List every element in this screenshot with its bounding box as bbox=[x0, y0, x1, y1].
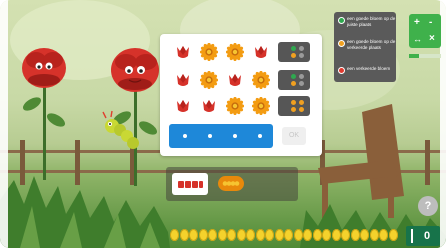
legend-label: een goede bloem op de juiste plaats bbox=[347, 16, 396, 27]
ok-button[interactable]: OK bbox=[282, 127, 306, 145]
rose-left bbox=[22, 48, 66, 180]
feedback-peg bbox=[291, 81, 296, 86]
feedback-pegs bbox=[278, 96, 310, 116]
answer-slot[interactable] bbox=[183, 134, 187, 138]
tulip-row-icon bbox=[178, 181, 203, 188]
legend-label: een verkeerde bloem bbox=[347, 66, 391, 71]
coin-icon bbox=[293, 229, 303, 241]
tulip-icon bbox=[174, 71, 192, 89]
tulip-icon bbox=[200, 97, 218, 115]
feedback-peg bbox=[291, 107, 296, 112]
zoom-in-button[interactable]: + bbox=[414, 17, 420, 29]
coin-icon bbox=[189, 229, 198, 241]
coin-icon bbox=[284, 229, 293, 241]
sunflower-icon bbox=[251, 96, 271, 116]
coin-icon bbox=[236, 229, 246, 241]
feedback-peg bbox=[291, 74, 296, 79]
coin-icon bbox=[341, 229, 350, 241]
green-dot-icon bbox=[338, 17, 345, 24]
coin-icon bbox=[303, 229, 312, 241]
answer-bar[interactable] bbox=[169, 124, 273, 148]
red-dot-icon bbox=[338, 67, 345, 74]
coin-icon bbox=[274, 229, 284, 241]
coin-icon bbox=[379, 229, 388, 241]
answer-slot[interactable] bbox=[258, 134, 262, 138]
feedback-peg bbox=[299, 81, 304, 86]
tulip-selector-button[interactable] bbox=[172, 173, 208, 195]
sunflower-icon bbox=[225, 42, 245, 62]
flower-tray bbox=[166, 167, 298, 201]
zoom-slider[interactable] bbox=[409, 54, 441, 58]
tulip-icon bbox=[174, 43, 192, 61]
feedback-peg bbox=[299, 100, 304, 105]
coin-icon bbox=[208, 229, 217, 241]
sunflower-icon bbox=[225, 96, 245, 116]
coin-icon bbox=[322, 229, 331, 241]
tulip-icon bbox=[174, 97, 192, 115]
sunflower-icon bbox=[199, 70, 219, 90]
help-button[interactable]: ? bbox=[418, 196, 438, 216]
coin-icon bbox=[388, 229, 398, 241]
left-edge-fade bbox=[0, 0, 8, 248]
coin-icon bbox=[179, 229, 189, 241]
coin-icon bbox=[369, 229, 379, 241]
sunflower-selector-button[interactable] bbox=[218, 176, 244, 191]
legend: een goede bloem op de juiste plaats een … bbox=[334, 12, 396, 82]
feedback-peg bbox=[299, 107, 304, 112]
zoom-slider-fill bbox=[409, 54, 419, 58]
tulip-icon bbox=[252, 43, 270, 61]
guess-panel: OK bbox=[160, 34, 322, 156]
coin-icon bbox=[360, 229, 369, 241]
score-value: 0 bbox=[423, 230, 431, 242]
sunflower-icon bbox=[199, 42, 219, 62]
game-stage: OK een goede bloem op de juiste plaats e… bbox=[0, 0, 446, 248]
coin-icon bbox=[255, 229, 265, 241]
sunflower-row-icon bbox=[222, 181, 240, 186]
feedback-peg bbox=[291, 46, 296, 51]
close-button[interactable]: × bbox=[429, 33, 435, 45]
rose-right bbox=[111, 48, 159, 186]
zoom-control: + - ↔ × bbox=[409, 14, 441, 48]
feedback-pegs bbox=[278, 42, 310, 62]
score-box: 0 bbox=[406, 226, 440, 246]
coin-icon bbox=[217, 229, 227, 241]
coin-icon bbox=[170, 229, 179, 241]
coin-icon bbox=[246, 229, 255, 241]
sunflower-icon bbox=[251, 70, 271, 90]
tulip-icon bbox=[226, 71, 244, 89]
fit-screen-button[interactable]: ↔ bbox=[413, 33, 422, 45]
coin-icon bbox=[265, 229, 274, 241]
score-divider bbox=[411, 229, 413, 243]
coin-icon bbox=[227, 229, 236, 241]
coin-icon bbox=[312, 229, 322, 241]
garden-chair bbox=[318, 104, 404, 218]
coin-icon bbox=[198, 229, 208, 241]
coin-icon bbox=[331, 229, 341, 241]
legend-label: een goede bloem op de verkeerde plaats bbox=[347, 39, 396, 50]
answer-slot[interactable] bbox=[233, 134, 237, 138]
feedback-peg bbox=[299, 46, 304, 51]
feedback-peg bbox=[291, 53, 296, 58]
zoom-out-button[interactable]: - bbox=[429, 17, 432, 29]
coin-icon bbox=[350, 229, 360, 241]
feedback-peg bbox=[299, 53, 304, 58]
feedback-peg bbox=[299, 74, 304, 79]
answer-slot[interactable] bbox=[208, 134, 212, 138]
coin-strip bbox=[170, 229, 400, 241]
feedback-pegs bbox=[278, 70, 310, 90]
orange-dot-icon bbox=[338, 40, 345, 47]
feedback-peg bbox=[291, 100, 296, 105]
